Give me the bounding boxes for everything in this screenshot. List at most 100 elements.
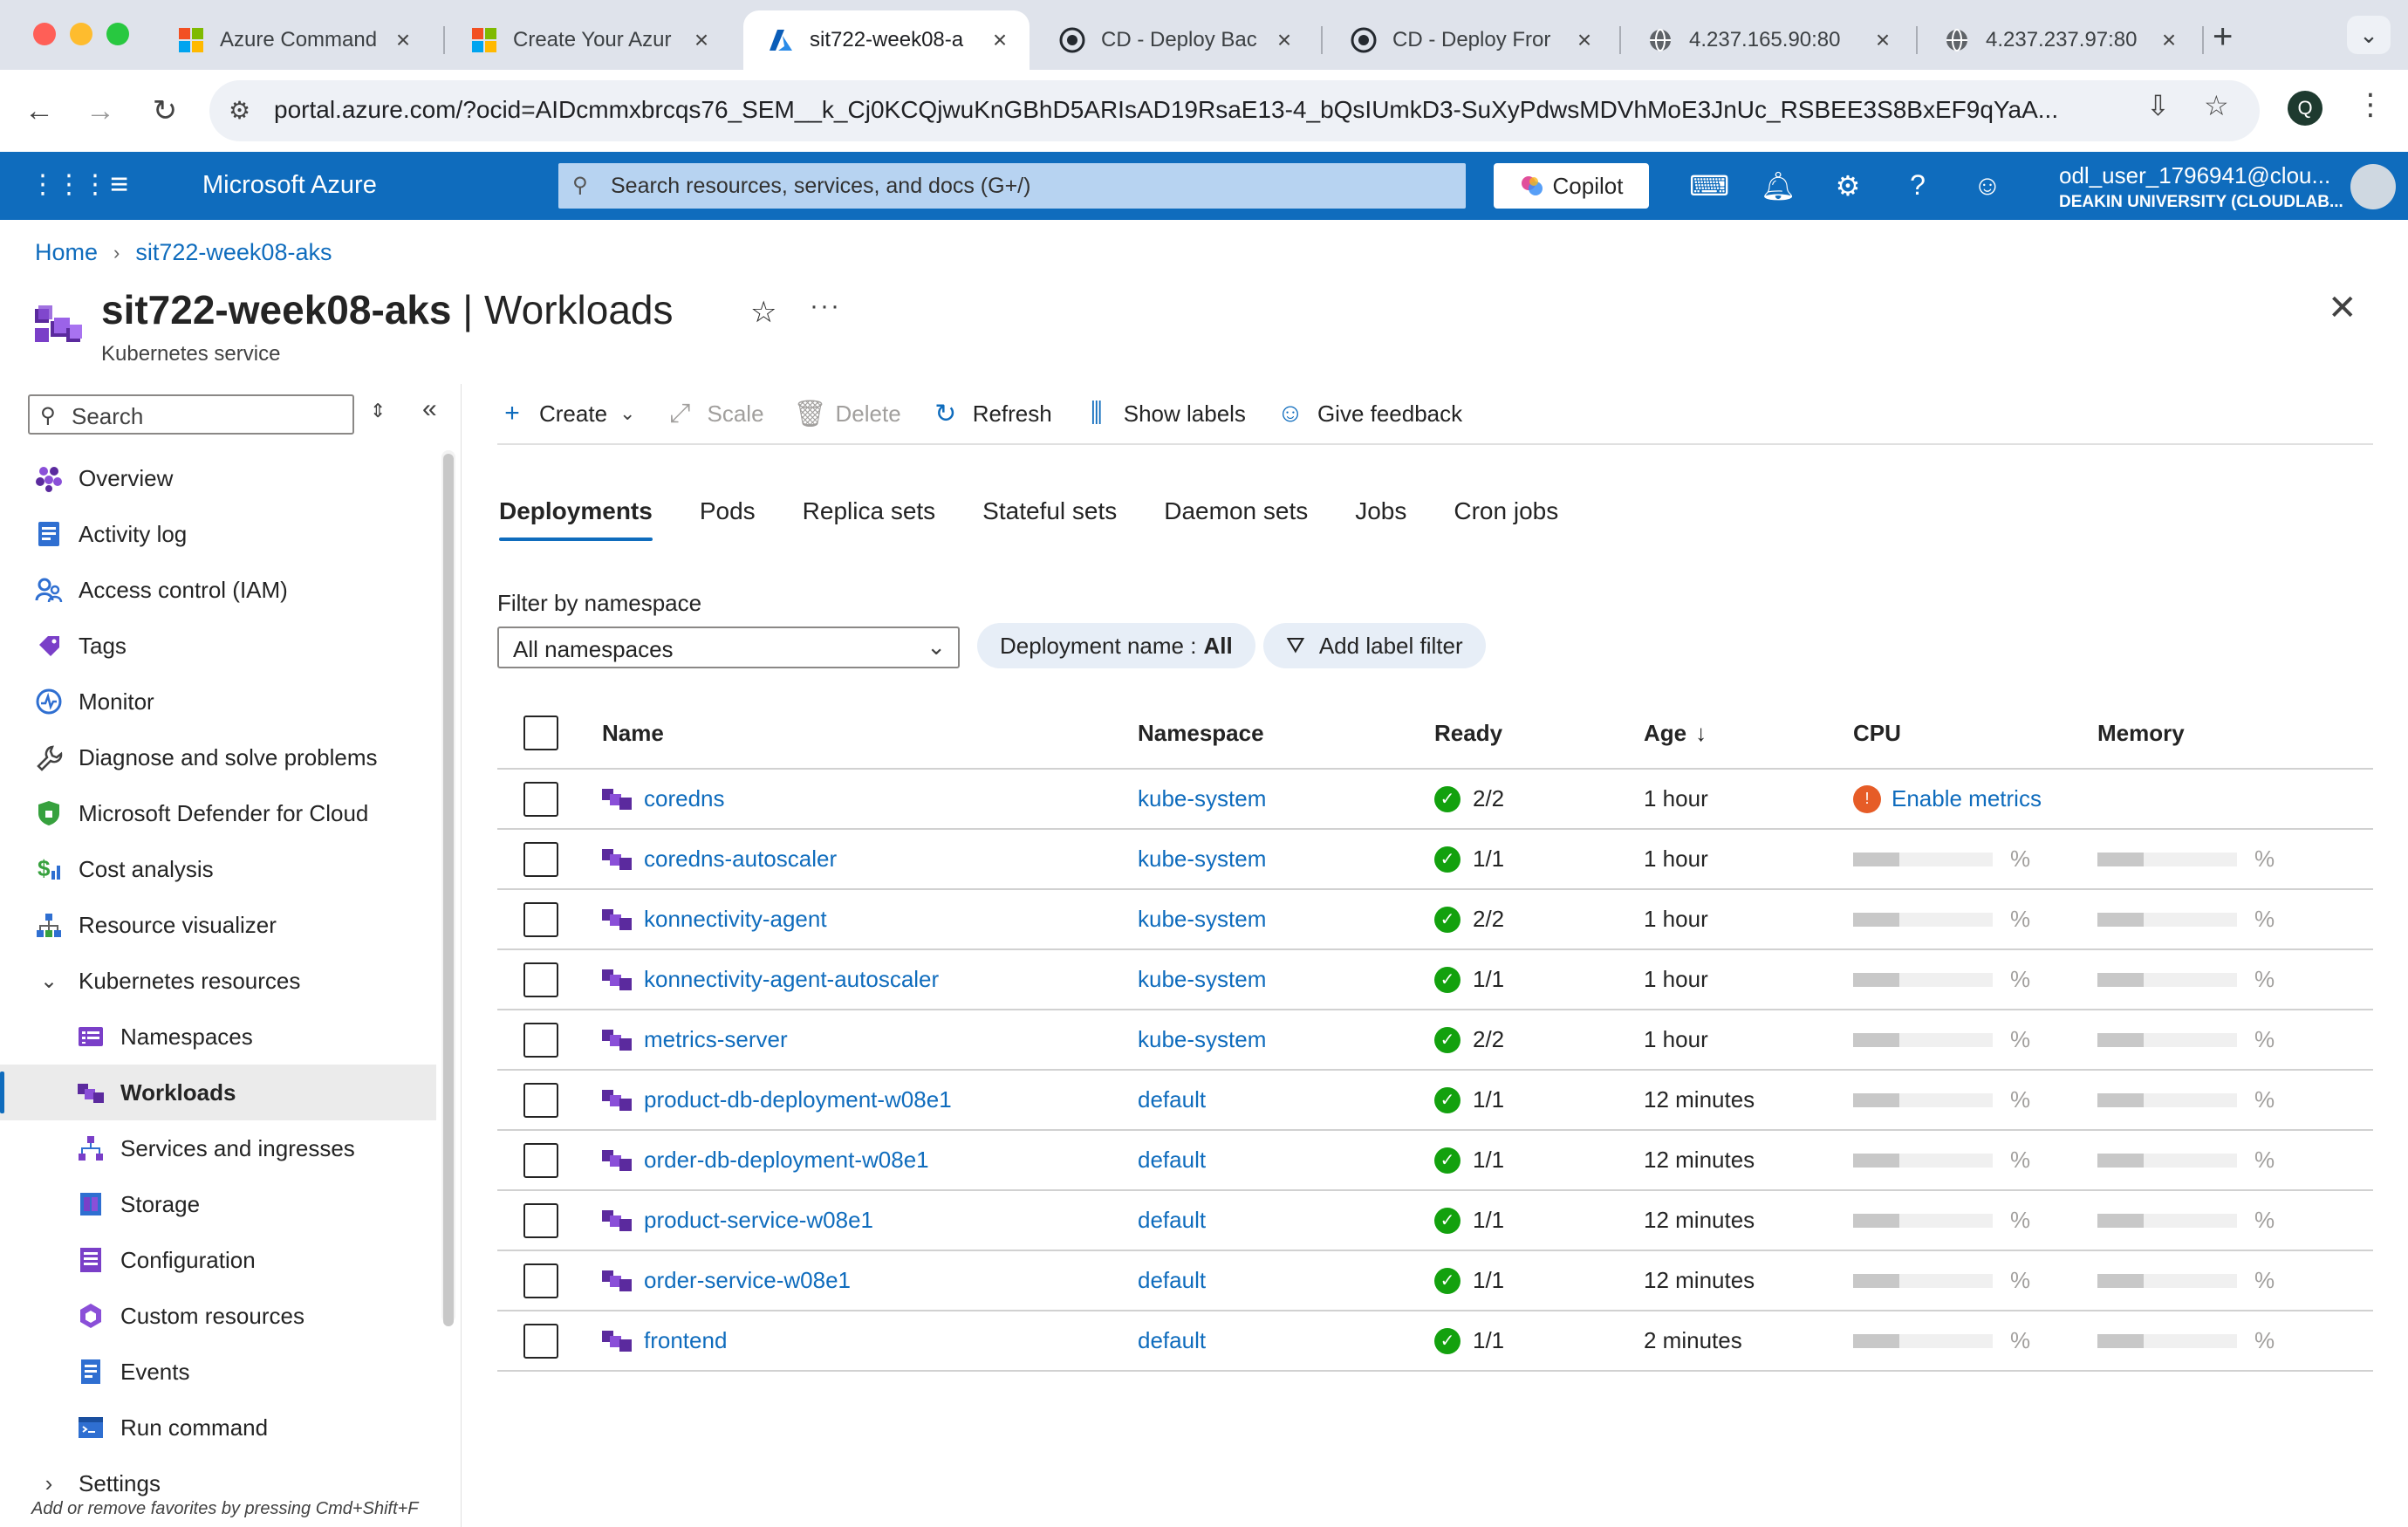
nav-item-configuration[interactable]: Configuration: [0, 1232, 436, 1288]
show-labels-button[interactable]: ⫼ Show labels: [1082, 399, 1246, 428]
tab-replica-sets[interactable]: Replica sets: [803, 497, 936, 541]
new-tab-button[interactable]: +: [2213, 17, 2233, 57]
tab-jobs[interactable]: Jobs: [1355, 497, 1406, 541]
row-checkbox[interactable]: [523, 841, 558, 877]
table-row[interactable]: konnectivity-agent-autoscaler kube-syste…: [497, 950, 2373, 1010]
nav-item-activity-log[interactable]: Activity log: [0, 506, 436, 562]
tab-search-button[interactable]: ⌄: [2347, 16, 2391, 54]
nav-item-custom-resources[interactable]: Custom resources: [0, 1288, 436, 1344]
column-header-ready[interactable]: Ready: [1434, 698, 1502, 768]
nav-item-diagnose[interactable]: Diagnose and solve problems: [0, 729, 436, 785]
deployment-name-link[interactable]: product-service-w08e1: [644, 1207, 873, 1234]
tab-cron-jobs[interactable]: Cron jobs: [1454, 497, 1558, 541]
tab-stateful-sets[interactable]: Stateful sets: [982, 497, 1117, 541]
favorite-star-icon[interactable]: ☆: [750, 295, 776, 330]
table-row[interactable]: coredns kube-system ✓ 2/2 1 hour ! Enabl…: [497, 770, 2373, 830]
menu-scrollbar[interactable]: [441, 450, 455, 1326]
close-icon[interactable]: ×: [391, 26, 415, 54]
close-icon[interactable]: ×: [2157, 26, 2181, 54]
table-row[interactable]: coredns-autoscaler kube-system ✓ 1/1 1 h…: [497, 830, 2373, 890]
table-row[interactable]: konnectivity-agent kube-system ✓ 2/2 1 h…: [497, 890, 2373, 950]
install-app-icon[interactable]: ⇩: [2146, 89, 2170, 122]
table-row[interactable]: product-db-deployment-w08e1 default ✓ 1/…: [497, 1071, 2373, 1131]
row-checkbox[interactable]: [523, 1323, 558, 1359]
deployment-name-link[interactable]: product-db-deployment-w08e1: [644, 1086, 952, 1113]
table-row[interactable]: order-service-w08e1 default ✓ 1/1 12 min…: [497, 1251, 2373, 1311]
brand-title[interactable]: Microsoft Azure: [202, 171, 377, 200]
table-row[interactable]: metrics-server kube-system ✓ 2/2 1 hour …: [497, 1010, 2373, 1071]
nav-item-events[interactable]: Events: [0, 1344, 436, 1400]
table-row[interactable]: frontend default ✓ 1/1 2 minutes % %: [497, 1311, 2373, 1372]
tab-pods[interactable]: Pods: [700, 497, 756, 541]
close-icon[interactable]: ×: [988, 26, 1012, 54]
namespace-link[interactable]: default: [1138, 1207, 1206, 1234]
deployment-name-link[interactable]: frontend: [644, 1327, 727, 1354]
back-button[interactable]: ←: [17, 89, 61, 133]
nav-item-monitor[interactable]: Monitor: [0, 674, 436, 729]
sort-toggle-icon[interactable]: ⇕: [370, 400, 386, 422]
nav-item-workloads[interactable]: Workloads: [0, 1065, 436, 1120]
deployment-name-link[interactable]: coredns: [644, 785, 725, 812]
breadcrumb-resource[interactable]: sit722-week08-aks: [135, 239, 332, 266]
row-checkbox[interactable]: [523, 962, 558, 997]
close-blade-icon[interactable]: ✕: [2328, 288, 2357, 328]
close-icon[interactable]: ×: [1272, 26, 1296, 54]
browser-tab[interactable]: 4.237.165.90:80 ×: [1623, 10, 1912, 70]
tab-deployments[interactable]: Deployments: [499, 497, 653, 541]
collapse-menu-icon[interactable]: «: [422, 394, 437, 424]
menu-scrollbar-thumb[interactable]: [443, 454, 454, 1326]
breadcrumb-home[interactable]: Home: [35, 239, 98, 266]
namespace-link[interactable]: kube-system: [1138, 966, 1266, 993]
bookmark-star-icon[interactable]: ☆: [2204, 89, 2229, 122]
refresh-button[interactable]: ↻ Refresh: [931, 399, 1052, 429]
nav-item-run-command[interactable]: Run command: [0, 1400, 436, 1455]
deployment-name-filter-pill[interactable]: Deployment name : All: [977, 623, 1255, 668]
column-header-age[interactable]: Age ↓: [1644, 698, 1707, 768]
namespace-link[interactable]: kube-system: [1138, 846, 1266, 873]
browser-tab[interactable]: 4.237.237.97:80 ×: [1919, 10, 2199, 70]
site-settings-icon[interactable]: ⚙: [229, 96, 250, 125]
column-header-memory[interactable]: Memory: [2097, 698, 2185, 768]
namespace-link[interactable]: kube-system: [1138, 906, 1266, 933]
nav-item-access-control[interactable]: Access control (IAM): [0, 562, 436, 618]
close-window-button[interactable]: [33, 23, 56, 45]
zoom-window-button[interactable]: [106, 23, 129, 45]
feedback-icon[interactable]: ☺: [1968, 169, 2007, 202]
close-icon[interactable]: ×: [1871, 26, 1895, 54]
namespace-link[interactable]: default: [1138, 1327, 1206, 1354]
enable-metrics-link[interactable]: ! Enable metrics: [1853, 770, 2042, 828]
close-icon[interactable]: ×: [689, 26, 714, 54]
select-all-checkbox[interactable]: [523, 716, 558, 750]
namespace-link[interactable]: kube-system: [1138, 785, 1266, 812]
minimize-window-button[interactable]: [70, 23, 92, 45]
nav-item-overview[interactable]: Overview: [0, 450, 436, 506]
app-launcher-icon[interactable]: ⋮⋮⋮: [30, 169, 108, 200]
close-icon[interactable]: ×: [1572, 26, 1597, 54]
portal-menu-icon[interactable]: ≡: [110, 166, 128, 202]
row-checkbox[interactable]: [523, 1142, 558, 1178]
browser-menu-icon[interactable]: ⋮: [2356, 87, 2385, 122]
profile-avatar[interactable]: Q: [2288, 91, 2322, 126]
deployment-name-link[interactable]: order-db-deployment-w08e1: [644, 1147, 929, 1174]
nav-item-namespaces[interactable]: Namespaces: [0, 1009, 436, 1065]
browser-tab[interactable]: Azure Command ×: [154, 10, 433, 70]
browser-tab[interactable]: CD - Deploy Fror ×: [1326, 10, 1614, 70]
deployment-name-link[interactable]: konnectivity-agent-autoscaler: [644, 966, 939, 993]
forward-button[interactable]: →: [79, 89, 122, 133]
row-checkbox[interactable]: [523, 901, 558, 937]
browser-tab[interactable]: CD - Deploy Bac ×: [1035, 10, 1314, 70]
nav-item-tags[interactable]: Tags: [0, 618, 436, 674]
address-bar[interactable]: ⚙ portal.azure.com/?ocid=AIDcmmxbrcqs76_…: [209, 80, 2260, 141]
row-checkbox[interactable]: [523, 1202, 558, 1238]
give-feedback-button[interactable]: ☺ Give feedback: [1276, 399, 1463, 428]
row-checkbox[interactable]: [523, 1082, 558, 1118]
nav-group-kubernetes-resources[interactable]: ⌄ Kubernetes resources: [0, 953, 436, 1009]
table-row[interactable]: product-service-w08e1 default ✓ 1/1 12 m…: [497, 1191, 2373, 1251]
tab-daemon-sets[interactable]: Daemon sets: [1164, 497, 1308, 541]
more-options-icon[interactable]: ···: [810, 291, 841, 321]
row-checkbox[interactable]: [523, 1022, 558, 1058]
deployment-name-link[interactable]: konnectivity-agent: [644, 906, 827, 933]
copilot-button[interactable]: Copilot: [1494, 163, 1649, 209]
browser-tab-active[interactable]: sit722-week08-a ×: [743, 10, 1030, 70]
deployment-name-link[interactable]: order-service-w08e1: [644, 1267, 851, 1294]
